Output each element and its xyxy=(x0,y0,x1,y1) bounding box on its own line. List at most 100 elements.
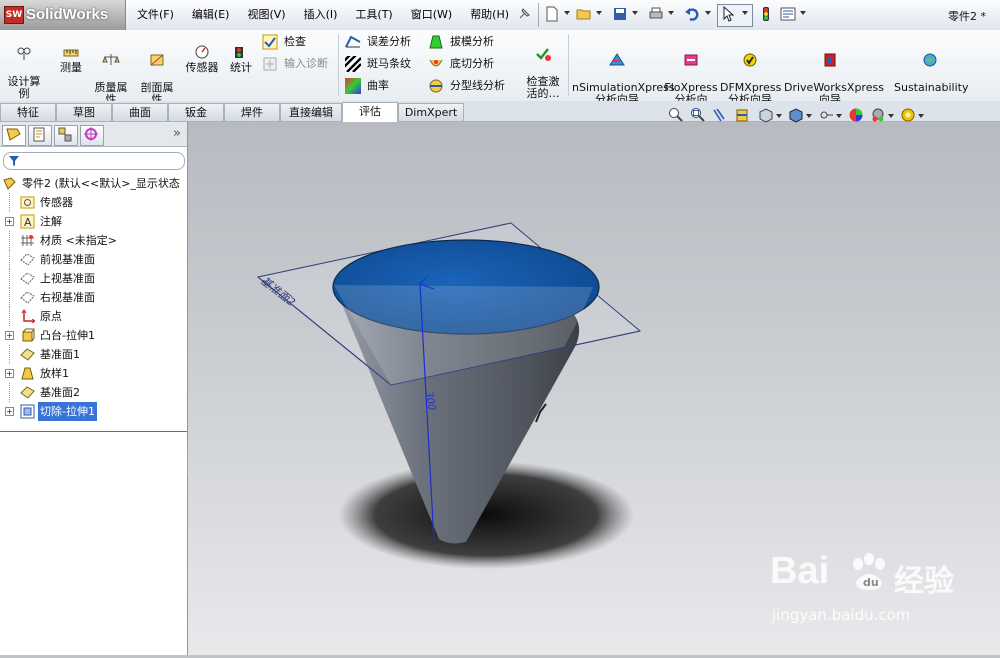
menu-file[interactable]: 文件(F) xyxy=(128,0,183,30)
dfmxpress-button[interactable]: DFMXpress 分析向导 xyxy=(720,40,781,106)
simulationxpress-button[interactable]: nSimulationXpress 分析向导 xyxy=(572,40,675,106)
undo-dropdown-icon[interactable] xyxy=(705,11,711,15)
display-style-dropdown-icon[interactable] xyxy=(806,114,812,118)
pin-icon[interactable] xyxy=(516,6,532,22)
menu-view[interactable]: 视图(V) xyxy=(238,0,294,30)
expand-icon[interactable]: + xyxy=(5,369,14,378)
watermark-bai: Bai xyxy=(770,550,830,592)
svg-text:du: du xyxy=(863,576,879,589)
zoom-to-fit-icon[interactable] xyxy=(668,107,684,123)
ribbon-separator xyxy=(568,34,569,96)
print-dropdown-icon[interactable] xyxy=(668,11,674,15)
view-orientation-dropdown-icon[interactable] xyxy=(776,114,782,118)
solidworks-logo[interactable]: SW SolidWorks xyxy=(0,0,126,30)
check-button[interactable]: 检查 xyxy=(262,33,306,51)
tree-label: 右视基准面 xyxy=(40,291,95,304)
menu-window[interactable]: 窗口(W) xyxy=(402,0,461,30)
zebra-stripes-button[interactable]: 斑马条纹 xyxy=(345,55,411,73)
driveworksxpress-button[interactable]: DriveWorksXpress 向导 xyxy=(784,40,884,106)
hide-show-items-icon[interactable] xyxy=(818,107,834,123)
sensor-label: 传感器 xyxy=(185,61,219,74)
expand-icon[interactable]: + xyxy=(5,217,14,226)
open-folder-icon[interactable] xyxy=(576,6,592,22)
tree-label: 凸台-拉伸1 xyxy=(40,329,95,342)
measure-button[interactable]: 测量 xyxy=(56,34,86,74)
curvature-button[interactable]: 曲率 xyxy=(345,77,389,95)
display-style-icon[interactable] xyxy=(788,107,804,123)
tree-filter-input[interactable] xyxy=(3,152,185,170)
import-diagnostics-button[interactable]: 输入诊断 xyxy=(262,55,328,73)
parting-line-analysis-button[interactable]: 分型线分析 xyxy=(428,77,505,95)
tree-label: 原点 xyxy=(40,310,62,323)
statistics-button[interactable]: 统计 xyxy=(226,34,256,74)
expand-icon[interactable]: + xyxy=(5,331,14,340)
select-arrow-icon[interactable] xyxy=(721,6,737,22)
app-name: SolidWorks xyxy=(26,6,109,23)
section-properties-icon xyxy=(150,54,164,66)
tab-weldments[interactable]: 焊件 xyxy=(224,103,280,121)
measure-icon xyxy=(63,49,79,57)
expand-icon[interactable]: + xyxy=(5,407,14,416)
mass-properties-icon xyxy=(102,54,120,65)
draft-analysis-button[interactable]: 拔模分析 xyxy=(428,33,494,51)
deviation-analysis-button[interactable]: 误差分析 xyxy=(345,33,411,51)
configuration-manager-tab[interactable] xyxy=(54,125,78,146)
view-settings-icon[interactable] xyxy=(900,107,916,123)
save-dropdown-icon[interactable] xyxy=(632,11,638,15)
open-dropdown-icon[interactable] xyxy=(596,11,602,15)
check-active-document-icon xyxy=(536,48,551,61)
save-icon[interactable] xyxy=(612,6,628,22)
property-manager-icon xyxy=(33,127,45,142)
dimxpert-manager-tab[interactable] xyxy=(80,125,104,146)
undercut-analysis-button[interactable]: 底切分析 xyxy=(428,55,494,73)
filter-icon xyxy=(9,156,19,166)
configuration-manager-icon xyxy=(58,127,72,142)
section-view-icon[interactable] xyxy=(734,107,750,123)
undo-icon[interactable] xyxy=(684,6,700,22)
select-dropdown-icon[interactable] xyxy=(742,11,748,15)
parting-line-analysis-label: 分型线分析 xyxy=(450,79,505,92)
options-icon[interactable] xyxy=(780,6,796,22)
feature-manager-tab[interactable] xyxy=(2,125,26,146)
tree-connector xyxy=(9,269,11,288)
sensor-folder-icon xyxy=(20,196,35,209)
design-study-icon xyxy=(17,47,31,60)
import-diagnostics-label: 输入诊断 xyxy=(284,57,328,70)
new-document-icon[interactable] xyxy=(544,6,560,22)
print-icon[interactable] xyxy=(648,6,664,22)
apply-scene-icon[interactable] xyxy=(870,107,886,123)
tab-dimxpert[interactable]: DimXpert xyxy=(398,103,464,121)
mass-properties-button[interactable]: 质量属 性 xyxy=(92,34,130,106)
tab-evaluate[interactable]: 评估 xyxy=(342,102,398,122)
menu-edit[interactable]: 编辑(E) xyxy=(183,0,239,30)
property-manager-tab[interactable] xyxy=(28,125,52,146)
menu-bar: 文件(F) 编辑(E) 视图(V) 插入(I) 工具(T) 窗口(W) 帮助(H… xyxy=(128,0,518,30)
hide-show-dropdown-icon[interactable] xyxy=(836,114,842,118)
baidu-jingyan-watermark: Bai du 经验 jingyan.baidu.com xyxy=(770,550,990,640)
sustainability-button[interactable]: Sustainability xyxy=(894,40,968,94)
view-orientation-icon[interactable] xyxy=(758,107,774,123)
menu-insert[interactable]: 插入(I) xyxy=(295,0,347,30)
loft-icon xyxy=(21,367,34,380)
rebuild-traffic-light-icon[interactable] xyxy=(758,6,774,22)
edit-appearance-icon[interactable] xyxy=(848,107,864,123)
menu-tools[interactable]: 工具(T) xyxy=(346,0,401,30)
tab-direct-editing[interactable]: 直接编辑 xyxy=(280,103,342,121)
tab-sheet-metal[interactable]: 钣金 xyxy=(168,103,224,121)
zoom-to-area-icon[interactable] xyxy=(690,107,706,123)
new-dropdown-icon[interactable] xyxy=(564,11,570,15)
section-properties-button[interactable]: 剖面属 性 xyxy=(138,34,176,106)
plane-icon xyxy=(20,272,35,285)
tab-features[interactable]: 特征 xyxy=(0,103,56,121)
curvature-label: 曲率 xyxy=(367,79,389,92)
tab-surfaces[interactable]: 曲面 xyxy=(112,103,168,121)
sensor-button[interactable]: 传感器 xyxy=(182,34,222,74)
view-settings-dropdown-icon[interactable] xyxy=(918,114,924,118)
options-dropdown-icon[interactable] xyxy=(800,11,806,15)
rollback-bar[interactable] xyxy=(0,431,187,432)
apply-scene-dropdown-icon[interactable] xyxy=(888,114,894,118)
previous-view-icon[interactable] xyxy=(712,107,728,123)
menu-help[interactable]: 帮助(H) xyxy=(461,0,518,30)
expand-pane-icon[interactable]: » xyxy=(173,126,181,141)
tab-sketch[interactable]: 草图 xyxy=(56,103,112,121)
